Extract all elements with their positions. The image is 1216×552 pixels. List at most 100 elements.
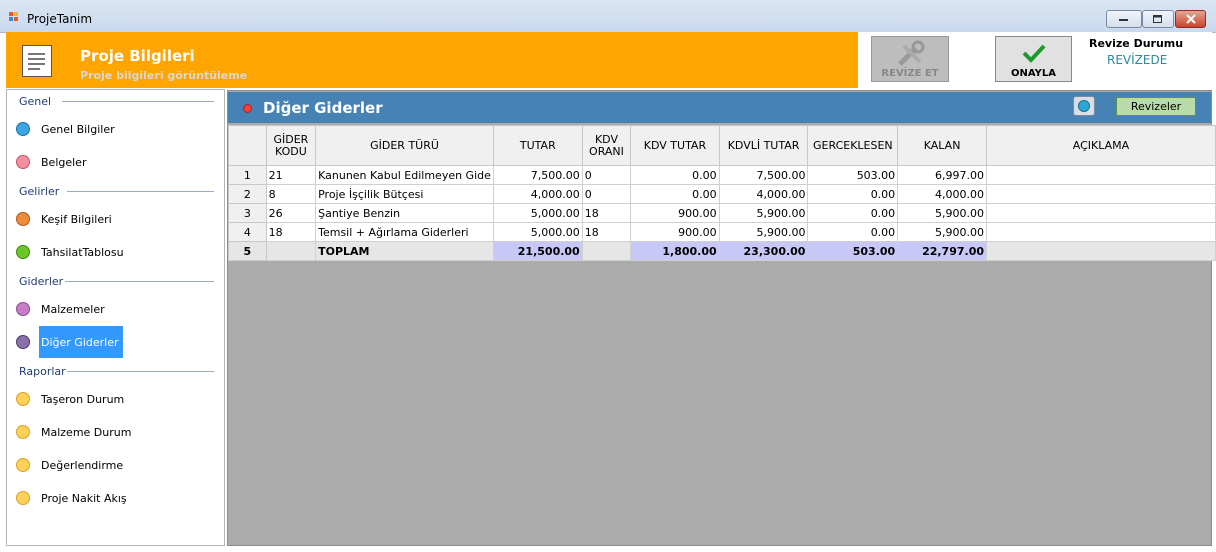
table-row[interactable]: 2 8 Proje İşçilik Bütçesi 4,000.00 0 0.0…	[228, 184, 1216, 204]
sidebar-item-proje-nakit-akis[interactable]: Proje Nakit Akış	[39, 482, 131, 514]
total-kdvli-tutar[interactable]: 23,300.00	[718, 241, 809, 261]
column-header[interactable]: GERCEKLESEN	[807, 125, 899, 166]
sidebar-item-taseron-durum[interactable]: Taşeron Durum	[39, 383, 128, 415]
cell-tutar[interactable]: 5,000.00	[492, 203, 583, 223]
row-number[interactable]: 2	[228, 184, 267, 204]
cell-gider-kodu[interactable]: 21	[265, 165, 317, 185]
cell-kdv-orani[interactable]: 0	[581, 165, 632, 185]
cell-gider-turu[interactable]: Şantiye Benzin	[315, 203, 494, 223]
total-gerceklesen[interactable]: 503.00	[807, 241, 899, 261]
cell-gider-turu[interactable]: Temsil + Ağırlama Giderleri	[315, 222, 494, 242]
column-header[interactable]: GİDER KODU	[265, 125, 317, 166]
cell-tutar[interactable]: 4,000.00	[492, 184, 583, 204]
circle-icon	[16, 302, 30, 316]
cell-gider-kodu[interactable]: 26	[265, 203, 317, 223]
column-header[interactable]: KALAN	[897, 125, 987, 166]
cell-kdvli-tutar[interactable]: 4,000.00	[718, 184, 809, 204]
red-dot-icon	[243, 104, 252, 113]
cell-aciklama[interactable]	[986, 184, 1216, 204]
close-button[interactable]	[1175, 10, 1206, 28]
refresh-button[interactable]	[1073, 96, 1095, 116]
sidebar: Genel Genel Bilgiler Belgeler Gelirler K…	[6, 89, 225, 546]
revize-et-button[interactable]: REVİZE ET	[871, 36, 949, 82]
cell-tutar[interactable]: 7,500.00	[492, 165, 583, 185]
cell-kdv-tutar[interactable]: 0.00	[630, 165, 720, 185]
total-tutar[interactable]: 21,500.00	[492, 241, 583, 261]
section-giderler: Giderler	[19, 275, 64, 288]
divider	[67, 191, 214, 192]
cell-empty[interactable]	[581, 241, 632, 261]
cell-gider-kodu[interactable]: 18	[265, 222, 317, 242]
cell-kalan[interactable]: 6,997.00	[897, 165, 987, 185]
divider	[67, 371, 214, 372]
row-header-corner[interactable]	[228, 125, 267, 166]
column-header[interactable]: GİDER TÜRÜ	[315, 125, 494, 166]
cell-kdvli-tutar[interactable]: 5,900.00	[718, 203, 809, 223]
cell-kdv-orani[interactable]: 18	[581, 203, 632, 223]
cell-tutar[interactable]: 5,000.00	[492, 222, 583, 242]
total-kalan[interactable]: 22,797.00	[897, 241, 987, 261]
cell-gerceklesen[interactable]: 503.00	[807, 165, 899, 185]
column-header[interactable]: KDVLİ TUTAR	[718, 125, 809, 166]
cell-kdv-orani[interactable]: 18	[581, 222, 632, 242]
cell-kalan[interactable]: 5,900.00	[897, 203, 987, 223]
row-number[interactable]: 5	[228, 241, 267, 261]
total-kdv-tutar[interactable]: 1,800.00	[630, 241, 720, 261]
cell-aciklama[interactable]	[986, 203, 1216, 223]
circle-icon	[16, 245, 30, 259]
cell-empty[interactable]	[265, 241, 317, 261]
close-icon	[1185, 14, 1196, 24]
circle-icon	[16, 392, 30, 406]
sidebar-item-malzeme-durum[interactable]: Malzeme Durum	[39, 416, 135, 448]
sidebar-item-kesif-bilgileri[interactable]: Keşif Bilgileri	[39, 203, 116, 235]
maximize-button[interactable]	[1142, 10, 1174, 28]
row-number[interactable]: 3	[228, 203, 267, 223]
row-number[interactable]: 1	[228, 165, 267, 185]
cell-aciklama[interactable]	[986, 222, 1216, 242]
cell-gerceklesen[interactable]: 0.00	[807, 203, 899, 223]
sidebar-item-belgeler[interactable]: Belgeler	[39, 146, 90, 178]
section-raporlar: Raporlar	[19, 365, 66, 378]
cell-kdvli-tutar[interactable]: 5,900.00	[718, 222, 809, 242]
cell-gerceklesen[interactable]: 0.00	[807, 184, 899, 204]
row-number[interactable]: 4	[228, 222, 267, 242]
column-header[interactable]: AÇIKLAMA	[986, 125, 1216, 166]
cell-kdv-tutar[interactable]: 900.00	[630, 222, 720, 242]
cell-aciklama[interactable]	[986, 165, 1216, 185]
cell-kdv-tutar[interactable]: 0.00	[630, 184, 720, 204]
sidebar-item-tahsilat-tablosu[interactable]: TahsilatTablosu	[39, 236, 128, 268]
total-label[interactable]: TOPLAM	[315, 241, 494, 261]
revize-durumu-label: Revize Durumu	[1089, 37, 1184, 50]
onayla-label: ONAYLA	[1010, 68, 1056, 79]
minimize-button[interactable]	[1106, 10, 1142, 28]
cell-gider-turu[interactable]: Proje İşçilik Bütçesi	[315, 184, 494, 204]
cell-gerceklesen[interactable]: 0.00	[807, 222, 899, 242]
table-row[interactable]: 4 18 Temsil + Ağırlama Giderleri 5,000.0…	[228, 222, 1216, 242]
sidebar-item-malzemeler[interactable]: Malzemeler	[39, 293, 109, 325]
cell-gider-kodu[interactable]: 8	[265, 184, 317, 204]
circle-icon	[16, 122, 30, 136]
cell-kalan[interactable]: 5,900.00	[897, 222, 987, 242]
column-header[interactable]: TUTAR	[492, 125, 583, 166]
notepad-icon	[22, 45, 52, 77]
table-row[interactable]: 1 21 Kanunen Kabul Edilmeyen Gide 7,500.…	[228, 165, 1216, 185]
expense-grid: GİDER KODU GİDER TÜRÜ TUTAR KDV ORANI KD…	[228, 125, 1216, 261]
onayla-button[interactable]: ONAYLA	[995, 36, 1072, 82]
app-icon	[9, 12, 19, 22]
cell-empty[interactable]	[986, 241, 1216, 261]
sidebar-item-diger-giderler[interactable]: Diğer Giderler	[39, 326, 123, 358]
cell-gider-turu[interactable]: Kanunen Kabul Edilmeyen Gide	[315, 165, 494, 185]
total-row[interactable]: 5 TOPLAM 21,500.00 1,800.00 23,300.00 50…	[228, 241, 1216, 261]
circle-icon	[16, 155, 30, 169]
cell-kalan[interactable]: 4,000.00	[897, 184, 987, 204]
revizeler-button[interactable]: Revizeler	[1116, 97, 1196, 116]
column-header[interactable]: KDV ORANI	[581, 125, 632, 166]
column-header[interactable]: KDV TUTAR	[630, 125, 720, 166]
cell-kdv-tutar[interactable]: 900.00	[630, 203, 720, 223]
sidebar-item-degerlendirme[interactable]: Değerlendirme	[39, 449, 127, 481]
sidebar-item-genel-bilgiler[interactable]: Genel Bilgiler	[39, 113, 119, 145]
table-row[interactable]: 3 26 Şantiye Benzin 5,000.00 18 900.00 5…	[228, 203, 1216, 223]
cell-kdv-orani[interactable]: 0	[581, 184, 632, 204]
cell-kdvli-tutar[interactable]: 7,500.00	[718, 165, 809, 185]
divider	[62, 101, 214, 102]
